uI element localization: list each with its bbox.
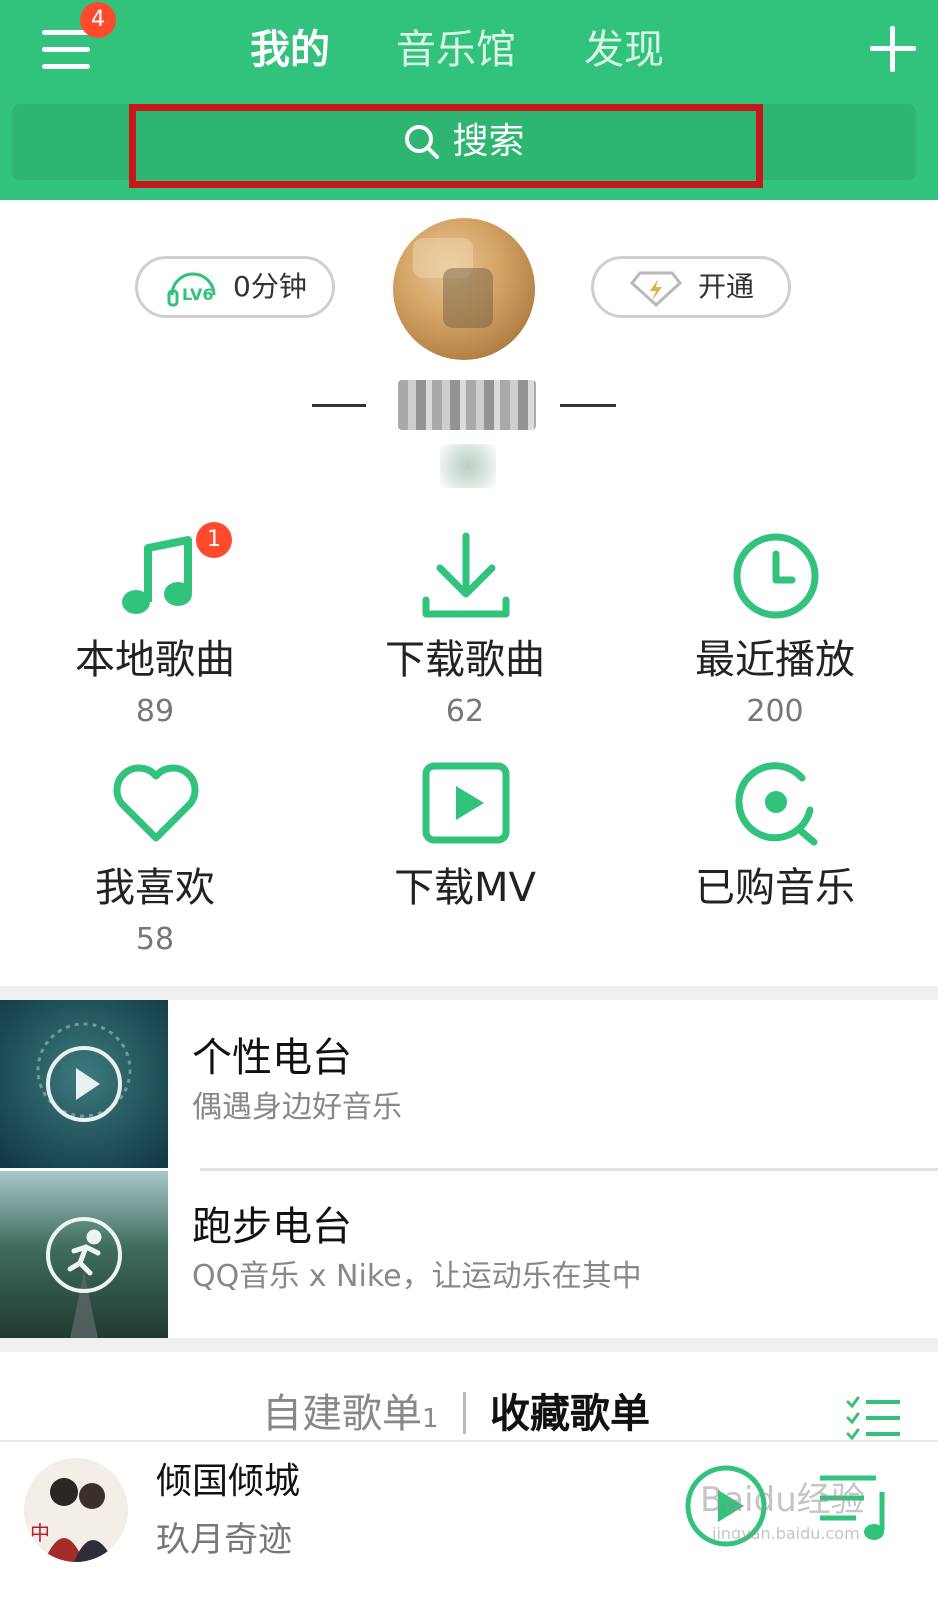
downloaded-mv-item[interactable]: 下载MV xyxy=(310,758,620,978)
vip-status-icon xyxy=(440,444,496,488)
play-icon xyxy=(718,1490,744,1522)
recently-played-item[interactable]: 最近播放 200 xyxy=(620,530,930,750)
username-redacted xyxy=(398,380,536,430)
local-songs-badge: 1 xyxy=(196,522,232,558)
music-note-icon xyxy=(122,536,192,614)
play-button[interactable] xyxy=(684,1464,768,1548)
playlist-manage-icon[interactable] xyxy=(846,1396,902,1440)
playlist-queue-button[interactable] xyxy=(816,1468,894,1548)
top-header: 4 我的 音乐馆 发现 搜索 xyxy=(0,0,938,200)
personal-radio-row[interactable]: 个性电台 偶遇身边好音乐 xyxy=(0,1000,938,1168)
section-divider xyxy=(0,986,938,1000)
purchased-music-item[interactable]: 已购音乐 xyxy=(620,758,930,978)
recently-played-count: 200 xyxy=(746,694,804,729)
recently-played-label: 最近播放 xyxy=(695,637,855,683)
tab-discover[interactable]: 发现 xyxy=(584,18,664,82)
video-play-icon xyxy=(422,762,510,844)
album-cover[interactable]: 中 xyxy=(24,1458,128,1562)
purchased-disc-icon xyxy=(735,762,818,846)
running-radio-title: 跑步电台 xyxy=(192,1204,352,1250)
tab-collected-playlists[interactable]: 收藏歌单 xyxy=(490,1384,650,1444)
listen-level-pill[interactable]: LV6 0分钟 xyxy=(135,256,335,318)
search-bar[interactable]: 搜索 xyxy=(12,104,916,180)
song-artist: 玖月奇迹 xyxy=(156,1520,292,1560)
name-divider-right xyxy=(560,404,616,407)
personal-radio-cover xyxy=(0,1000,168,1168)
svg-text:中: 中 xyxy=(30,1521,50,1545)
favorites-item[interactable]: 我喜欢 58 xyxy=(0,758,310,978)
local-songs-count: 89 xyxy=(135,694,175,729)
add-button[interactable] xyxy=(870,26,916,72)
section-divider xyxy=(0,1338,938,1352)
downloaded-mv-label: 下载MV xyxy=(394,865,536,911)
playlist-tab-divider xyxy=(463,1392,466,1434)
downloaded-songs-label: 下载歌曲 xyxy=(385,637,545,683)
name-divider-left xyxy=(312,404,366,407)
song-title: 倾国倾城 xyxy=(156,1461,301,1502)
created-playlists-label: 自建歌单 xyxy=(262,1391,422,1437)
vip-open-button[interactable]: 开通 xyxy=(591,256,791,318)
favorites-count: 58 xyxy=(135,922,175,957)
download-icon xyxy=(422,532,510,618)
vip-label: 开通 xyxy=(698,270,755,303)
avatar[interactable] xyxy=(393,218,535,360)
heart-icon xyxy=(113,764,199,842)
downloaded-songs-item[interactable]: 下载歌曲 62 xyxy=(310,530,620,750)
personal-radio-subtitle: 偶遇身边好音乐 xyxy=(192,1090,402,1125)
running-radio-cover xyxy=(0,1171,168,1339)
running-radio-row[interactable]: 跑步电台 QQ音乐 x Nike，让运动乐在其中 xyxy=(0,1171,938,1339)
tab-mine[interactable]: 我的 xyxy=(250,18,330,82)
listen-time: 0分钟 xyxy=(233,270,307,303)
downloaded-songs-count: 62 xyxy=(445,694,485,729)
clock-icon xyxy=(733,533,819,619)
favorites-label: 我喜欢 xyxy=(95,865,215,911)
local-songs-item[interactable]: 1 本地歌曲 89 xyxy=(0,522,310,750)
playlist-tabs: 自建歌单1 收藏歌单 xyxy=(0,1384,938,1444)
purchased-music-label: 已购音乐 xyxy=(695,865,855,911)
mini-player: 中 倾国倾城 玖月奇迹 Baidu经验 jingyan.baidu.com xyxy=(0,1440,938,1602)
personal-radio-title: 个性电台 xyxy=(192,1035,352,1081)
level-label: LV6 xyxy=(182,285,214,304)
main-tabs: 我的 音乐馆 发现 xyxy=(0,18,938,82)
created-playlists-count: 1 xyxy=(422,1404,439,1434)
search-icon xyxy=(405,125,440,159)
search-label: 搜索 xyxy=(452,121,525,162)
running-radio-subtitle: QQ音乐 x Nike，让运动乐在其中 xyxy=(192,1259,642,1294)
diamond-icon xyxy=(630,271,682,307)
local-songs-label: 本地歌曲 xyxy=(75,637,235,683)
tab-music-hall[interactable]: 音乐馆 xyxy=(396,18,516,82)
